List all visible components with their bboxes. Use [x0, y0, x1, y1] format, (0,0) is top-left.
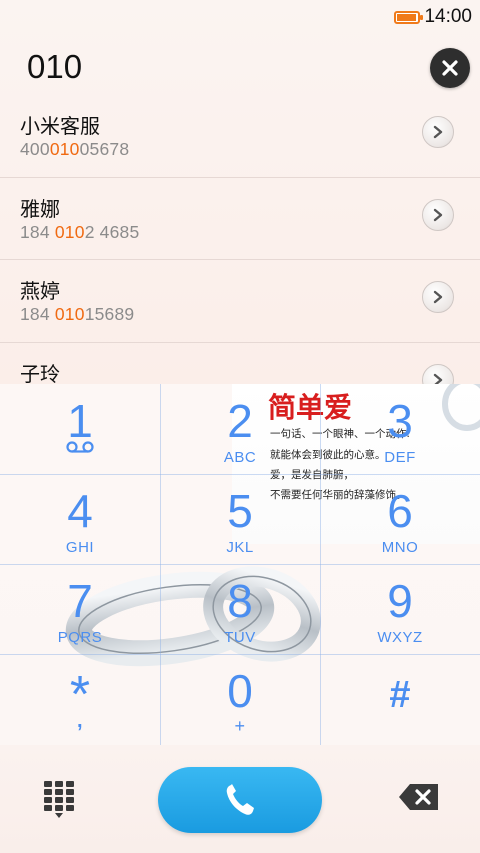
- key-6[interactable]: 6 MNO: [320, 474, 480, 564]
- key-3[interactable]: 3 DEF: [320, 384, 480, 474]
- contact-row[interactable]: 燕婷 184 01015689: [0, 260, 480, 343]
- contact-name: 子玲: [20, 361, 60, 386]
- call-button[interactable]: [158, 767, 322, 833]
- key-digit: 4: [67, 485, 93, 537]
- contact-match-list: 小米客服 40001005678 雅娜 184 0102 4685 燕婷 184…: [0, 95, 480, 425]
- key-digit: 5: [227, 485, 253, 537]
- contact-name: 燕婷: [20, 279, 60, 303]
- contact-name: 雅娜: [20, 196, 60, 221]
- key-digit: 6: [387, 485, 413, 537]
- dialed-number-field[interactable]: 010: [27, 48, 82, 86]
- battery-icon: [394, 10, 424, 24]
- chevron-right-icon: [433, 208, 443, 221]
- contact-number: 184 01015689: [20, 304, 135, 324]
- backspace-icon: [399, 784, 438, 810]
- chevron-right-icon: [433, 290, 443, 304]
- key-0[interactable]: 0 +: [160, 654, 320, 744]
- key-hash[interactable]: #: [320, 654, 480, 744]
- bottom-action-bar: [0, 745, 480, 853]
- key-digit: 0: [227, 665, 253, 717]
- key-letters: MNO: [381, 539, 419, 556]
- contact-number: 184 0102 4685: [20, 221, 140, 242]
- key-1[interactable]: 1: [0, 384, 160, 474]
- key-letters: WXYZ: [377, 629, 423, 646]
- key-letters: PQRS: [57, 629, 103, 646]
- contact-detail-button[interactable]: [422, 116, 454, 148]
- key-4[interactable]: 4 GHI: [0, 474, 160, 564]
- key-digit: 7: [67, 575, 93, 627]
- key-letters: ABC: [223, 449, 257, 466]
- key-letters: DEF: [384, 449, 416, 466]
- key-letters: GHI: [65, 539, 95, 556]
- key-letters: +: [234, 716, 246, 736]
- key-letters: JKL: [226, 539, 254, 556]
- key-8[interactable]: 8 TUV: [160, 564, 320, 654]
- key-letters: ,: [76, 710, 84, 732]
- dialpad-toggle-button[interactable]: [42, 779, 76, 819]
- status-bar: 14:00: [0, 0, 480, 34]
- dialpad-icon: [44, 781, 74, 818]
- key-digit: 1: [67, 395, 93, 447]
- key-2[interactable]: 2 ABC: [160, 384, 320, 474]
- status-time: 14:00: [424, 6, 472, 27]
- key-7[interactable]: 7 PQRS: [0, 564, 160, 654]
- dial-keypad: 简单爱 一句话、一个眼神、一个动作. 就能体会到彼此的心意。 爱，是发自肺腑， …: [0, 384, 480, 745]
- phone-icon: [226, 784, 254, 815]
- contact-detail-button[interactable]: [422, 198, 454, 231]
- key-digit: 3: [387, 395, 413, 447]
- contact-row[interactable]: 雅娜 184 0102 4685: [0, 178, 480, 260]
- dial-input-row: 010: [0, 36, 480, 100]
- key-digit: 9: [387, 575, 413, 627]
- key-digit: #: [389, 674, 411, 716]
- key-9[interactable]: 9 WXYZ: [320, 564, 480, 654]
- voicemail-icon: [66, 441, 94, 453]
- chevron-right-icon: [433, 125, 443, 139]
- key-star[interactable]: * ,: [0, 654, 160, 744]
- clear-input-button[interactable]: [430, 48, 470, 88]
- contact-number: 40001005678: [20, 139, 130, 159]
- contact-name: 小米客服: [20, 114, 100, 138]
- key-digit: 8: [227, 575, 253, 627]
- contact-row[interactable]: 小米客服 40001005678: [0, 95, 480, 178]
- clear-icon: [442, 60, 458, 76]
- key-letters: TUV: [224, 629, 256, 646]
- key-5[interactable]: 5 JKL: [160, 474, 320, 564]
- contact-detail-button[interactable]: [422, 281, 454, 313]
- backspace-button[interactable]: [398, 783, 440, 811]
- key-digit: 2: [227, 395, 253, 447]
